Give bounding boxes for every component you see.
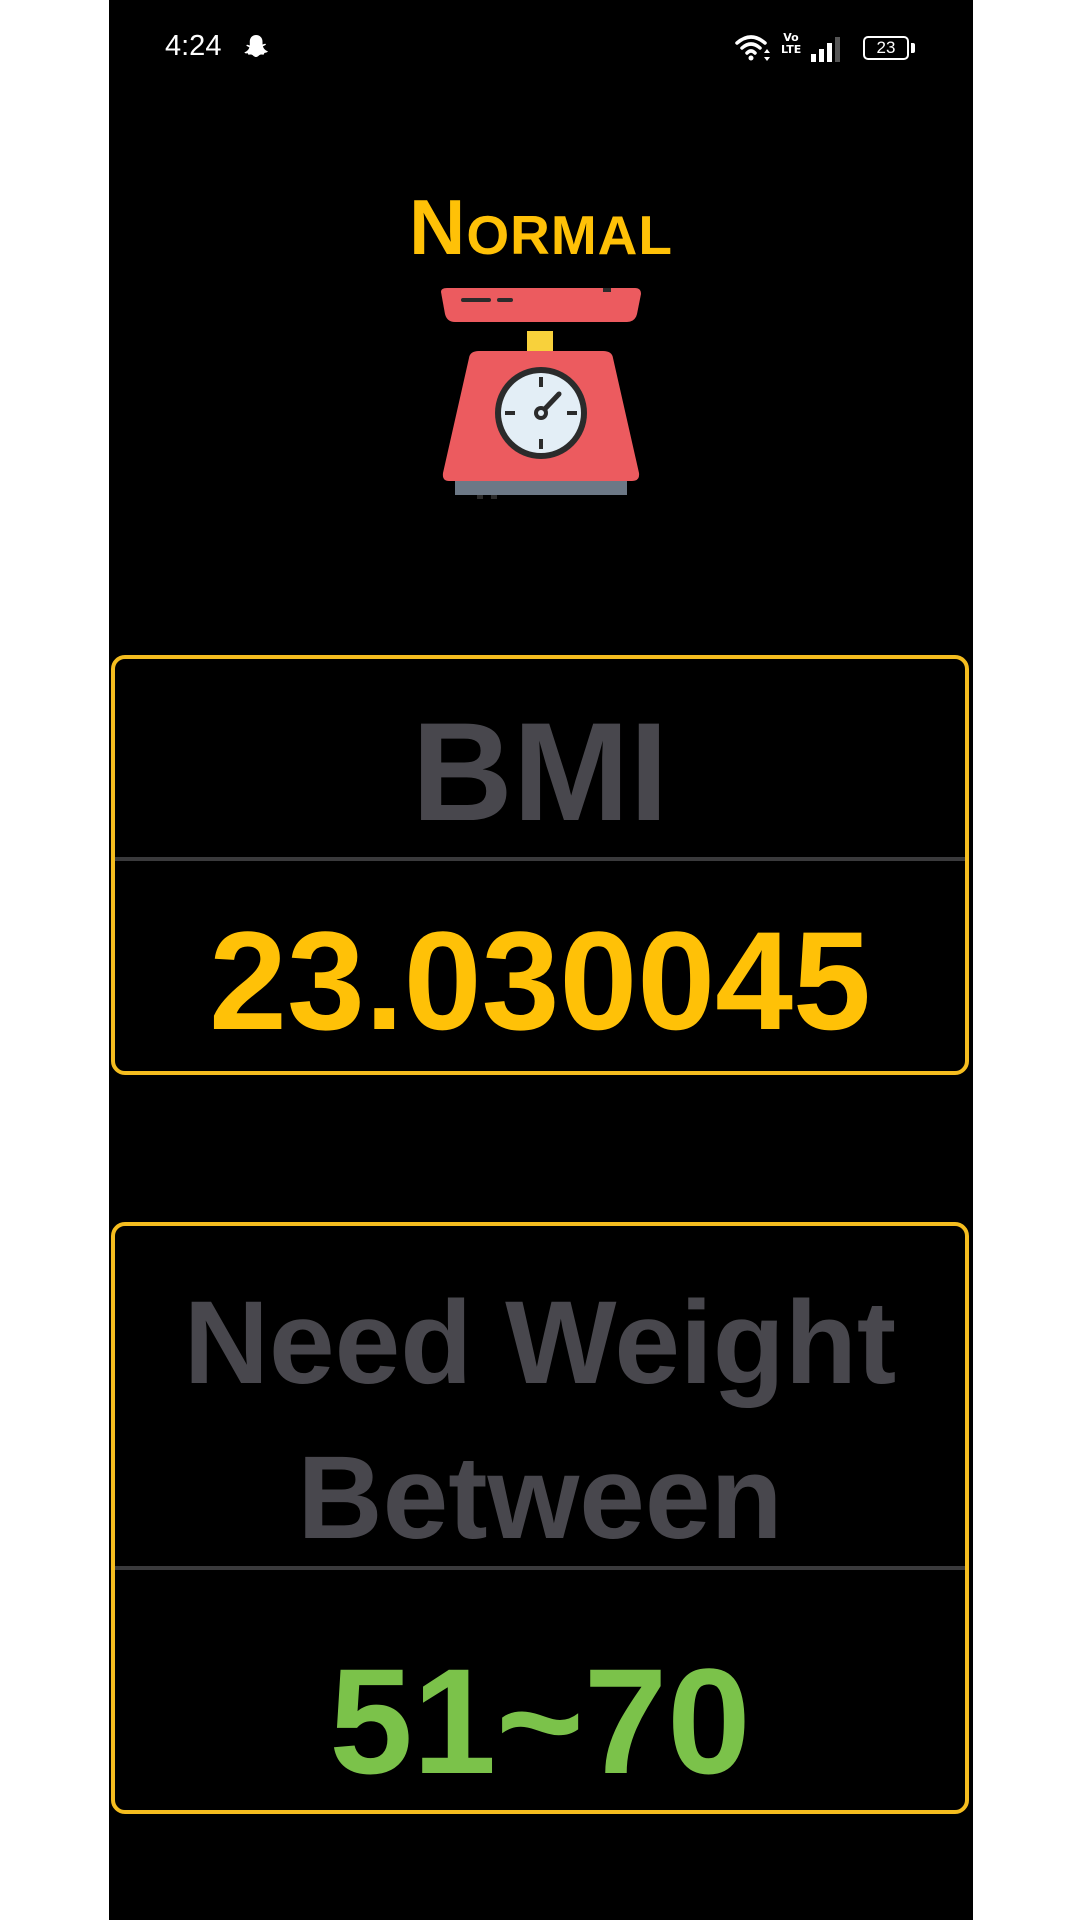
- weight-range-label-line1: Need Weight: [183, 1277, 897, 1409]
- status-time: 4:24: [165, 30, 222, 62]
- app-screen: 4:24 Vo LTE 23 Normal BMI 23.030045 Need…: [109, 0, 973, 1920]
- volte-badge: Vo LTE: [781, 31, 802, 56]
- signal-strength-icon: [811, 37, 840, 62]
- snapchat-icon: [244, 35, 268, 57]
- weight-range-value: 51~70: [329, 1637, 751, 1805]
- status-bar: 4:24 Vo LTE 23: [109, 0, 973, 100]
- bmi-label: BMI: [411, 693, 669, 850]
- bmi-card: BMI 23.030045: [111, 655, 969, 1075]
- kitchen-scale-icon: [441, 288, 641, 499]
- bmi-value: 23.030045: [209, 902, 871, 1059]
- weight-range-label: Need Weight Between: [115, 1266, 965, 1576]
- card-divider: [115, 857, 965, 861]
- weight-range-label-line2: Between: [297, 1432, 783, 1564]
- wifi-icon: [735, 35, 770, 61]
- battery-indicator: 23: [863, 36, 909, 60]
- card-divider: [115, 1566, 965, 1570]
- bmi-category-title: Normal: [409, 183, 673, 271]
- battery-tip: [911, 43, 915, 53]
- weight-range-card: Need Weight Between 51~70: [111, 1222, 969, 1814]
